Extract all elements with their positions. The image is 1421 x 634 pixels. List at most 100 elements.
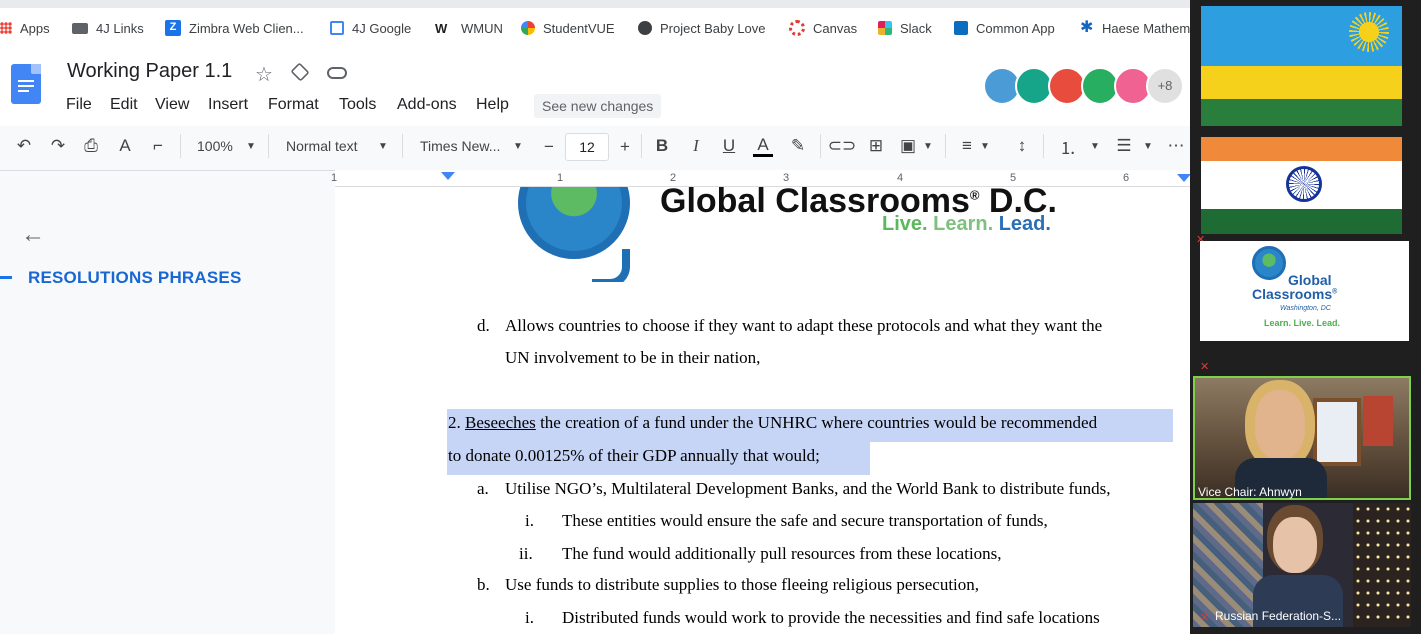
video-tile-vice-chair[interactable] xyxy=(1193,376,1411,500)
chevron-down-icon[interactable]: ▼ xyxy=(980,141,990,152)
bookmark-4j-links[interactable]: 4J Links xyxy=(72,20,144,36)
bookmark-project-baby-love[interactable]: Project Baby Love xyxy=(638,20,766,36)
chevron-down-icon[interactable]: ▼ xyxy=(1090,141,1100,152)
bookmark-apps[interactable]: Apps xyxy=(0,20,50,36)
ruler-mark: 1 xyxy=(331,172,338,184)
bookmark-wmun[interactable]: W WMUN xyxy=(435,20,503,37)
bookmark-canvas[interactable]: Canvas xyxy=(789,20,857,36)
toolbar-divider xyxy=(1043,134,1044,158)
bookmark-zimbra[interactable]: Z Zimbra Web Clien... xyxy=(165,20,304,36)
ruler-mark: 6 xyxy=(1123,172,1130,184)
bookmark-label: 4J Google xyxy=(352,20,412,36)
more-collaborators-badge[interactable]: +8 xyxy=(1146,67,1184,105)
menu-view[interactable]: View xyxy=(155,96,189,114)
logo-tagline: Live. Learn. Lead. xyxy=(882,213,1051,235)
google-sites-icon xyxy=(330,21,344,35)
see-new-changes-button[interactable]: See new changes xyxy=(534,94,662,118)
video-tile-global-classrooms[interactable]: Global Classrooms® Washington, DC Learn.… xyxy=(1200,241,1409,341)
haese-icon: ✱ xyxy=(1080,19,1094,36)
chevron-down-icon[interactable]: ▼ xyxy=(513,141,523,152)
back-arrow-icon[interactable]: ← xyxy=(21,221,45,249)
globe-icon xyxy=(1252,246,1286,280)
clause-text[interactable]: Utilise NGO’s, Multilateral Development … xyxy=(505,479,1111,499)
clause-text[interactable]: Use funds to distribute supplies to thos… xyxy=(505,575,979,595)
outline-heading-item[interactable]: RESOLUTIONS PHRASES xyxy=(28,268,242,288)
undo-icon[interactable]: ↶ xyxy=(14,136,34,156)
align-left-icon[interactable]: ≡ xyxy=(957,136,977,156)
operative-verb: Beseeches xyxy=(465,413,536,432)
insert-image-icon[interactable]: ▣ xyxy=(898,136,918,156)
decrease-font-size-icon[interactable]: − xyxy=(539,137,559,157)
video-tile-india-flag[interactable] xyxy=(1193,137,1411,234)
bookmark-4j-google[interactable]: 4J Google xyxy=(330,20,411,36)
studentvue-icon xyxy=(521,21,535,35)
participant-video xyxy=(1255,390,1305,460)
menu-format[interactable]: Format xyxy=(268,96,319,114)
bookmark-slack[interactable]: Slack xyxy=(878,20,932,36)
google-docs-logo-icon[interactable] xyxy=(11,64,41,104)
underline-icon[interactable]: U xyxy=(719,136,739,156)
menu-help[interactable]: Help xyxy=(476,96,509,114)
participant-name: Vice Chair: Ahnwyn xyxy=(1198,485,1302,499)
bookmark-label: WMUN xyxy=(461,20,503,36)
bookmark-studentvue[interactable]: StudentVUE xyxy=(521,20,615,36)
menu-file[interactable]: File xyxy=(66,96,92,114)
paragraph-style-select[interactable]: Normal text xyxy=(286,138,358,154)
print-icon[interactable]: ⎙ xyxy=(81,136,101,156)
zoom-select[interactable]: 100% xyxy=(197,138,233,154)
clause-text[interactable]: These entities would ensure the safe and… xyxy=(562,511,1048,531)
star-icon[interactable]: ☆ xyxy=(255,62,273,87)
tile-logo-text: Classrooms® xyxy=(1252,286,1338,302)
apps-grid-icon xyxy=(0,22,12,34)
chevron-down-icon[interactable]: ▼ xyxy=(1143,141,1153,152)
chevron-down-icon[interactable]: ▼ xyxy=(378,141,388,152)
folder-icon xyxy=(72,22,88,34)
menu-tools[interactable]: Tools xyxy=(339,96,376,114)
font-size-input[interactable]: 12 xyxy=(565,133,609,161)
add-comment-icon[interactable]: ⊞ xyxy=(866,136,886,156)
list-marker: a. xyxy=(477,479,489,498)
list-marker: ii. xyxy=(519,544,533,563)
insert-link-icon[interactable]: ⊂⊃ xyxy=(828,136,857,156)
bookmark-label: Slack xyxy=(900,20,932,36)
font-family-select[interactable]: Times New... xyxy=(420,138,500,154)
bookmark-common-app[interactable]: Common App xyxy=(954,20,1055,36)
tile-logo-city: Washington, DC xyxy=(1280,305,1331,312)
redo-icon[interactable]: ↷ xyxy=(48,136,68,156)
spellcheck-icon[interactable]: A xyxy=(115,136,135,156)
text-color-icon[interactable]: A xyxy=(753,135,773,157)
list-marker: i. xyxy=(525,511,534,530)
chevron-down-icon[interactable]: ▼ xyxy=(246,141,256,152)
cloud-status-icon[interactable] xyxy=(327,67,347,79)
menu-insert[interactable]: Insert xyxy=(208,96,248,114)
bold-icon[interactable]: B xyxy=(652,136,672,156)
more-options-icon[interactable]: ⋯ xyxy=(1166,136,1186,156)
indent-marker-icon[interactable] xyxy=(441,172,455,180)
right-indent-marker-icon[interactable] xyxy=(1177,174,1191,182)
line-spacing-icon[interactable]: ↕ xyxy=(1012,136,1032,156)
clause-text[interactable]: to donate 0.00125% of their GDP annually… xyxy=(448,446,820,466)
document-title[interactable]: Working Paper 1.1 xyxy=(67,60,232,83)
video-tile-rwanda-flag[interactable] xyxy=(1193,6,1411,126)
italic-icon[interactable]: I xyxy=(686,136,706,156)
canvas-icon xyxy=(789,20,805,36)
menu-add-ons[interactable]: Add-ons xyxy=(397,96,457,114)
toolbar-divider xyxy=(180,134,181,158)
chevron-down-icon[interactable]: ▼ xyxy=(923,141,933,152)
clause-text[interactable]: Distributed funds would work to provide … xyxy=(562,608,1100,628)
numbered-list-icon[interactable]: ⒈ xyxy=(1058,136,1078,158)
slack-icon xyxy=(878,21,892,35)
menu-edit[interactable]: Edit xyxy=(110,96,138,114)
clause-text[interactable]: UN involvement to be in their nation, xyxy=(505,348,760,368)
bookmark-label: Apps xyxy=(20,20,50,36)
increase-font-size-icon[interactable]: + xyxy=(615,137,635,157)
highlight-color-icon[interactable]: ✎ xyxy=(788,136,808,156)
bookmark-haese[interactable]: ✱ Haese Mathem xyxy=(1080,20,1190,36)
clause-text[interactable]: The fund would additionally pull resourc… xyxy=(562,544,1002,564)
bulleted-list-icon[interactable]: ☰ xyxy=(1114,136,1134,156)
bookmark-label: Common App xyxy=(976,20,1055,36)
paint-format-icon[interactable]: ⌐ xyxy=(148,136,168,156)
clause-text[interactable]: Allows countries to choose if they want … xyxy=(505,316,1102,336)
operative-clause[interactable]: 2. Beseeches the creation of a fund unde… xyxy=(448,413,1097,433)
toolbar-divider xyxy=(820,134,821,158)
